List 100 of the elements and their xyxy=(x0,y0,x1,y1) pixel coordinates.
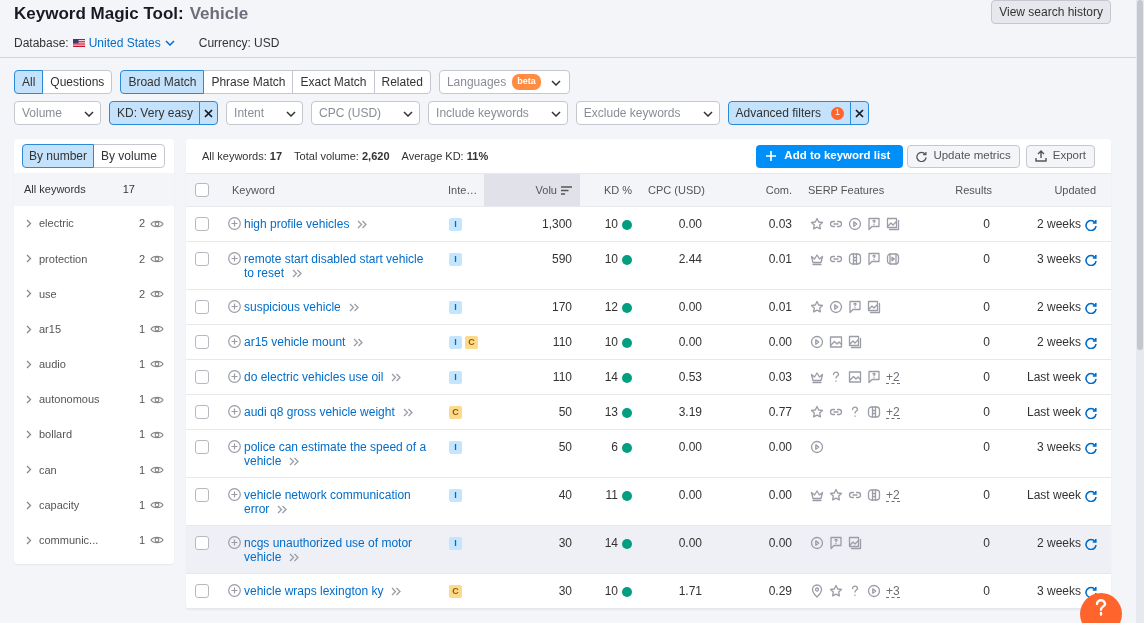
keyword-link[interactable]: suspicious vehicle xyxy=(244,300,359,314)
column-header[interactable]: Com. xyxy=(710,173,800,207)
filter-dropdown[interactable]: CPC (USD) xyxy=(311,101,421,125)
keyword-link[interactable]: do electric vehicles use oil xyxy=(244,370,402,384)
column-header[interactable]: Keyword xyxy=(224,173,440,207)
table-row[interactable]: ar15 vehicle mount I C 110 10 0.00 0.00 0 2 weeks xyxy=(186,324,1111,360)
double-chevron-icon[interactable] xyxy=(391,373,402,383)
keyword-link[interactable]: remote start disabled start vehicle to reset xyxy=(244,252,432,280)
chevron-right-icon[interactable] xyxy=(26,219,32,229)
chevron-right-icon[interactable] xyxy=(26,359,32,369)
eye-icon[interactable] xyxy=(150,429,164,440)
column-header[interactable]: Updated xyxy=(1000,173,1111,207)
filter-dropdown[interactable]: Exclude keywords xyxy=(575,101,720,125)
more-features-link[interactable]: +2 xyxy=(886,370,900,384)
sort-icon[interactable] xyxy=(561,186,572,196)
more-features-link[interactable]: +2 xyxy=(886,488,900,502)
update-metrics-button[interactable]: Update metrics xyxy=(907,144,1020,168)
eye-icon[interactable] xyxy=(150,218,164,229)
keyword-link[interactable]: ar15 vehicle mount xyxy=(244,335,364,349)
add-circle-icon[interactable] xyxy=(228,217,241,230)
checkbox[interactable] xyxy=(195,488,209,502)
checkbox[interactable] xyxy=(195,335,209,349)
group-label[interactable]: capacity xyxy=(39,496,139,514)
chevron-right-icon[interactable] xyxy=(26,535,32,545)
group-label[interactable]: protection xyxy=(39,250,139,268)
double-chevron-icon[interactable] xyxy=(277,505,288,515)
checkbox[interactable] xyxy=(195,183,209,197)
group-label[interactable]: ar15 xyxy=(39,320,139,338)
double-chevron-icon[interactable] xyxy=(292,269,303,279)
refresh-icon[interactable] xyxy=(1085,537,1097,550)
chevron-right-icon[interactable] xyxy=(26,465,32,475)
chevron-right-icon[interactable] xyxy=(26,289,32,299)
sort-tab[interactable]: By number xyxy=(22,144,94,168)
table-row[interactable]: remote start disabled start vehicle to reset I 590 10 2.44 0.01 0 3 weeks xyxy=(186,241,1111,290)
double-chevron-icon[interactable] xyxy=(289,553,300,563)
add-circle-icon[interactable] xyxy=(228,405,241,418)
double-chevron-icon[interactable] xyxy=(357,220,368,230)
column-header[interactable]: Results xyxy=(925,173,1000,207)
table-row[interactable]: high profile vehicles I 1,300 10 0.00 0.03 0 2 weeks xyxy=(186,206,1111,242)
checkbox[interactable] xyxy=(195,370,209,384)
group-label[interactable]: audio xyxy=(39,356,139,373)
column-header[interactable]: CPC (USD) xyxy=(640,173,710,207)
eye-icon[interactable] xyxy=(150,253,164,264)
refresh-icon[interactable] xyxy=(1085,371,1097,384)
help-button[interactable] xyxy=(1080,593,1122,623)
column-header[interactable]: Inte… xyxy=(440,173,484,207)
column-header[interactable]: KD % xyxy=(580,173,640,207)
keyword-link[interactable]: audi q8 gross vehicle weight xyxy=(244,405,413,419)
chevron-right-icon[interactable] xyxy=(26,324,32,334)
table-row[interactable]: police can estimate the speed of a vehicle I 50 6 0.00 0.00 0 3 weeks xyxy=(186,429,1111,478)
checkbox[interactable] xyxy=(195,217,209,231)
filter-tab[interactable]: All xyxy=(14,70,44,94)
group-label[interactable]: autonomous xyxy=(39,391,139,408)
column-header[interactable]: Volu xyxy=(535,183,557,196)
filter-dropdown[interactable]: Advanced filters 1 xyxy=(727,101,851,125)
add-circle-icon[interactable] xyxy=(228,252,241,265)
double-chevron-icon[interactable] xyxy=(289,457,300,467)
refresh-icon[interactable] xyxy=(1085,301,1097,314)
eye-icon[interactable] xyxy=(150,500,164,511)
add-circle-icon[interactable] xyxy=(228,488,241,501)
scrollbar[interactable] xyxy=(1136,0,1144,623)
more-features-link[interactable]: +3 xyxy=(886,584,900,598)
refresh-icon[interactable] xyxy=(1085,336,1097,349)
checkbox[interactable] xyxy=(195,300,209,314)
eye-icon[interactable] xyxy=(150,288,164,299)
chevron-right-icon[interactable] xyxy=(26,430,32,440)
add-circle-icon[interactable] xyxy=(228,440,241,453)
keyword-link[interactable]: high profile vehicles xyxy=(244,217,368,231)
eye-icon[interactable] xyxy=(150,324,164,335)
table-row[interactable]: vehicle network communication error I 40 11 0.00 0.00 +2 0 Last week xyxy=(186,477,1111,526)
column-header[interactable]: SERP Features xyxy=(800,173,925,207)
add-circle-icon[interactable] xyxy=(228,584,241,597)
keyword-link[interactable]: ncgs unauthorized use of motor vehicle xyxy=(244,536,432,564)
checkbox[interactable] xyxy=(195,440,209,454)
group-label[interactable]: communic... xyxy=(39,532,139,549)
chevron-right-icon[interactable] xyxy=(26,254,32,264)
refresh-icon[interactable] xyxy=(1085,489,1097,502)
eye-icon[interactable] xyxy=(150,535,164,546)
match-type-tab[interactable]: Related xyxy=(373,70,431,94)
sort-tab[interactable]: By volume xyxy=(93,144,165,168)
refresh-icon[interactable] xyxy=(1085,253,1097,266)
group-label[interactable]: use xyxy=(39,285,139,303)
table-row[interactable]: audi q8 gross vehicle weight C 50 13 3.19 0.77 +2 0 Last week xyxy=(186,394,1111,430)
checkbox[interactable] xyxy=(195,536,209,550)
group-label[interactable]: can xyxy=(39,461,139,479)
table-row[interactable]: suspicious vehicle I 170 12 0.00 0.01 0 2 weeks xyxy=(186,289,1111,325)
keyword-link[interactable]: vehicle wraps lexington ky xyxy=(244,584,402,598)
filter-dropdown[interactable]: Volume xyxy=(14,101,102,125)
table-row[interactable]: do electric vehicles use oil I 110 14 0.53 0.03 +2 0 Last week xyxy=(186,359,1111,395)
add-circle-icon[interactable] xyxy=(228,370,241,383)
refresh-icon[interactable] xyxy=(1085,441,1097,454)
double-chevron-icon[interactable] xyxy=(348,303,359,313)
database-dropdown[interactable]: United States xyxy=(88,33,175,52)
eye-icon[interactable] xyxy=(150,394,164,405)
more-features-link[interactable]: +2 xyxy=(886,405,900,419)
eye-icon[interactable] xyxy=(150,359,164,370)
refresh-icon[interactable] xyxy=(1085,406,1097,419)
group-label[interactable]: bollard xyxy=(39,426,139,443)
double-chevron-icon[interactable] xyxy=(402,408,413,418)
table-row[interactable]: ncgs unauthorized use of motor vehicle I 30 14 0.00 0.00 0 2 weeks xyxy=(186,525,1111,574)
